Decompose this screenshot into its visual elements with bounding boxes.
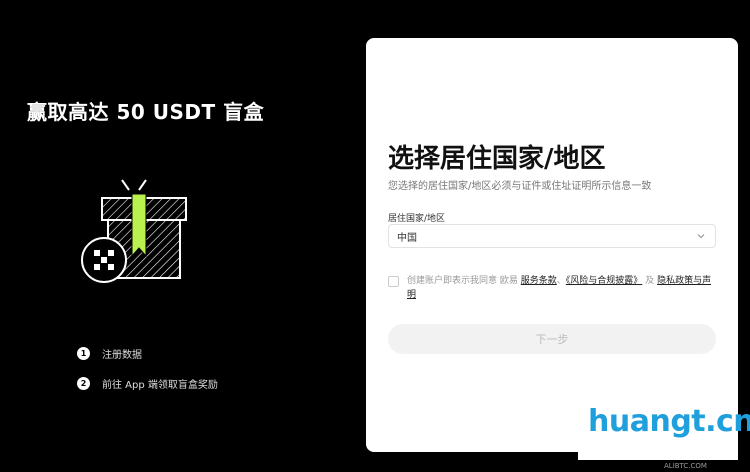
step-1: 1 注册数据: [77, 346, 142, 361]
country-select-value: 中国: [397, 232, 417, 244]
chevron-down-icon: [697, 234, 705, 239]
risk-disclosure-link[interactable]: 《风险与合规披露》: [566, 276, 643, 286]
country-field-label: 居住国家/地区: [388, 214, 446, 224]
terms-agreement: 创建账户即表示我同意 欧易 服务条款、《风险与合规披露》 及 隐私政策与声明: [388, 274, 718, 302]
watermark-text: huangt.cn: [588, 404, 750, 439]
terms-and: 及: [645, 276, 655, 286]
step-1-number: 1: [77, 347, 90, 360]
step-1-label: 注册数据: [102, 350, 142, 361]
gift-box-icon: [81, 179, 187, 283]
terms-of-service-link[interactable]: 服务条款: [521, 276, 557, 286]
terms-text: 创建账户即表示我同意 欧易 服务条款、《风险与合规披露》 及 隐私政策与声明: [407, 274, 718, 302]
step-2-number: 2: [77, 377, 90, 390]
terms-prefix: 创建账户即表示我同意 欧易: [407, 276, 518, 286]
page-title: 选择居住国家/地区: [388, 144, 606, 174]
next-button[interactable]: 下一步: [388, 324, 716, 354]
step-2: 2 前往 App 端领取盲盒奖励: [77, 376, 218, 391]
page-subtitle: 您选择的居住国家/地区必须与证件或住址证明所示信息一致: [388, 181, 652, 192]
step-2-label: 前往 App 端领取盲盒奖励: [102, 380, 218, 391]
watermark-badge: ALIBTC.COM: [664, 462, 707, 470]
promo-title: 赢取高达 50 USDT 盲盒: [27, 100, 265, 124]
terms-checkbox[interactable]: [388, 276, 399, 287]
country-form-card: 选择居住国家/地区 您选择的居住国家/地区必须与证件或住址证明所示信息一致 居住…: [366, 38, 738, 452]
terms-separator: 、: [556, 276, 566, 286]
watermark-box: huangt.cn: [578, 394, 750, 460]
promo-panel: 赢取高达 50 USDT 盲盒 1 注册数据 2 前往 App 端领取盲盒奖励: [0, 0, 360, 472]
country-select[interactable]: 中国: [388, 224, 716, 248]
